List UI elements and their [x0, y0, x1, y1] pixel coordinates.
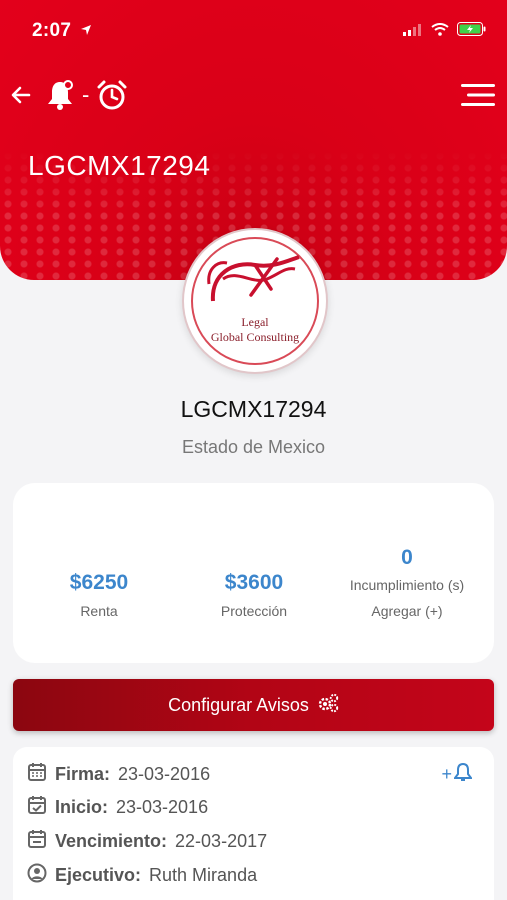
gears-icon — [317, 693, 339, 718]
stat-renta: $6250 Renta — [24, 571, 174, 619]
stat-value: $3600 — [224, 571, 284, 594]
logo-mark-icon — [207, 255, 300, 302]
detail-label: Ejecutivo: — [55, 865, 142, 885]
logo-ring: Legal Global Consulting — [191, 237, 319, 365]
detail-label: Vencimiento: — [55, 831, 168, 851]
detail-label: Inicio: — [55, 797, 108, 817]
add-alert-button[interactable]: + — [441, 762, 473, 787]
hamburger-menu-icon[interactable] — [461, 83, 495, 112]
back-arrow-icon[interactable] — [11, 86, 31, 109]
nav-separator: - — [82, 82, 90, 107]
stat-label: Incumplimiento (s) — [349, 577, 465, 593]
detail-row-ejecutivo: Ejecutivo: Ruth Miranda — [27, 863, 257, 888]
profile-name: LGCMX17294 — [180, 396, 327, 422]
detail-value: 23-03-2016 — [118, 764, 211, 784]
detail-value: 23-03-2016 — [116, 797, 209, 817]
calendar-minus-icon — [27, 829, 47, 854]
page-title: LGCMX17294 — [28, 150, 211, 181]
stat-label: Protección — [220, 603, 288, 619]
stat-value: 0 — [401, 546, 413, 569]
stats-card: $6250 Renta $3600 Protección 0 Incumplim… — [13, 483, 494, 663]
add-alert-plus: + — [441, 764, 452, 784]
add-incumplimiento-link[interactable]: Agregar (+) — [332, 603, 482, 619]
stat-proteccion: $3600 Protección — [179, 571, 329, 619]
detail-row-vencimiento: Vencimiento: 22-03-2017 — [27, 829, 267, 854]
status-time: 2:07 — [32, 20, 72, 41]
calendar-icon — [27, 762, 47, 787]
contract-details-card: Firma: 23-03-2016 + Inicio: 23-03-2016 V… — [13, 747, 494, 900]
configure-alerts-button[interactable]: Configurar Avisos — [13, 679, 494, 731]
status-bar: 2:07 — [0, 0, 507, 60]
detail-value: 22-03-2017 — [175, 831, 268, 851]
stat-value: $6250 — [69, 571, 129, 594]
detail-value: Ruth Miranda — [149, 865, 258, 885]
detail-label: Firma: — [55, 764, 111, 784]
stat-label: Renta — [80, 603, 118, 619]
stat-incumplimiento: 0 Incumplimiento (s) Agregar (+) — [332, 546, 482, 619]
user-circle-icon — [27, 863, 47, 888]
battery-icon — [457, 22, 487, 41]
bell-icon[interactable] — [45, 79, 75, 116]
detail-row-firma: Firma: 23-03-2016 — [27, 762, 210, 787]
calendar-check-icon — [27, 795, 47, 820]
bell-outline-icon — [453, 762, 473, 787]
logo-text-legal: Legal — [241, 315, 269, 329]
company-logo: Legal Global Consulting — [182, 228, 328, 374]
status-icons — [403, 22, 487, 41]
nav-bar: - — [0, 78, 507, 118]
signal-icon — [403, 23, 423, 41]
location-arrow-icon — [80, 23, 92, 41]
logo-text-global: Global Consulting — [210, 330, 300, 344]
profile-location: Estado de Mexico — [181, 437, 326, 457]
wifi-icon — [431, 22, 449, 41]
detail-row-inicio: Inicio: 23-03-2016 — [27, 795, 208, 820]
configure-alerts-label: Configurar Avisos — [168, 694, 309, 715]
alarm-clock-icon[interactable] — [96, 79, 128, 116]
